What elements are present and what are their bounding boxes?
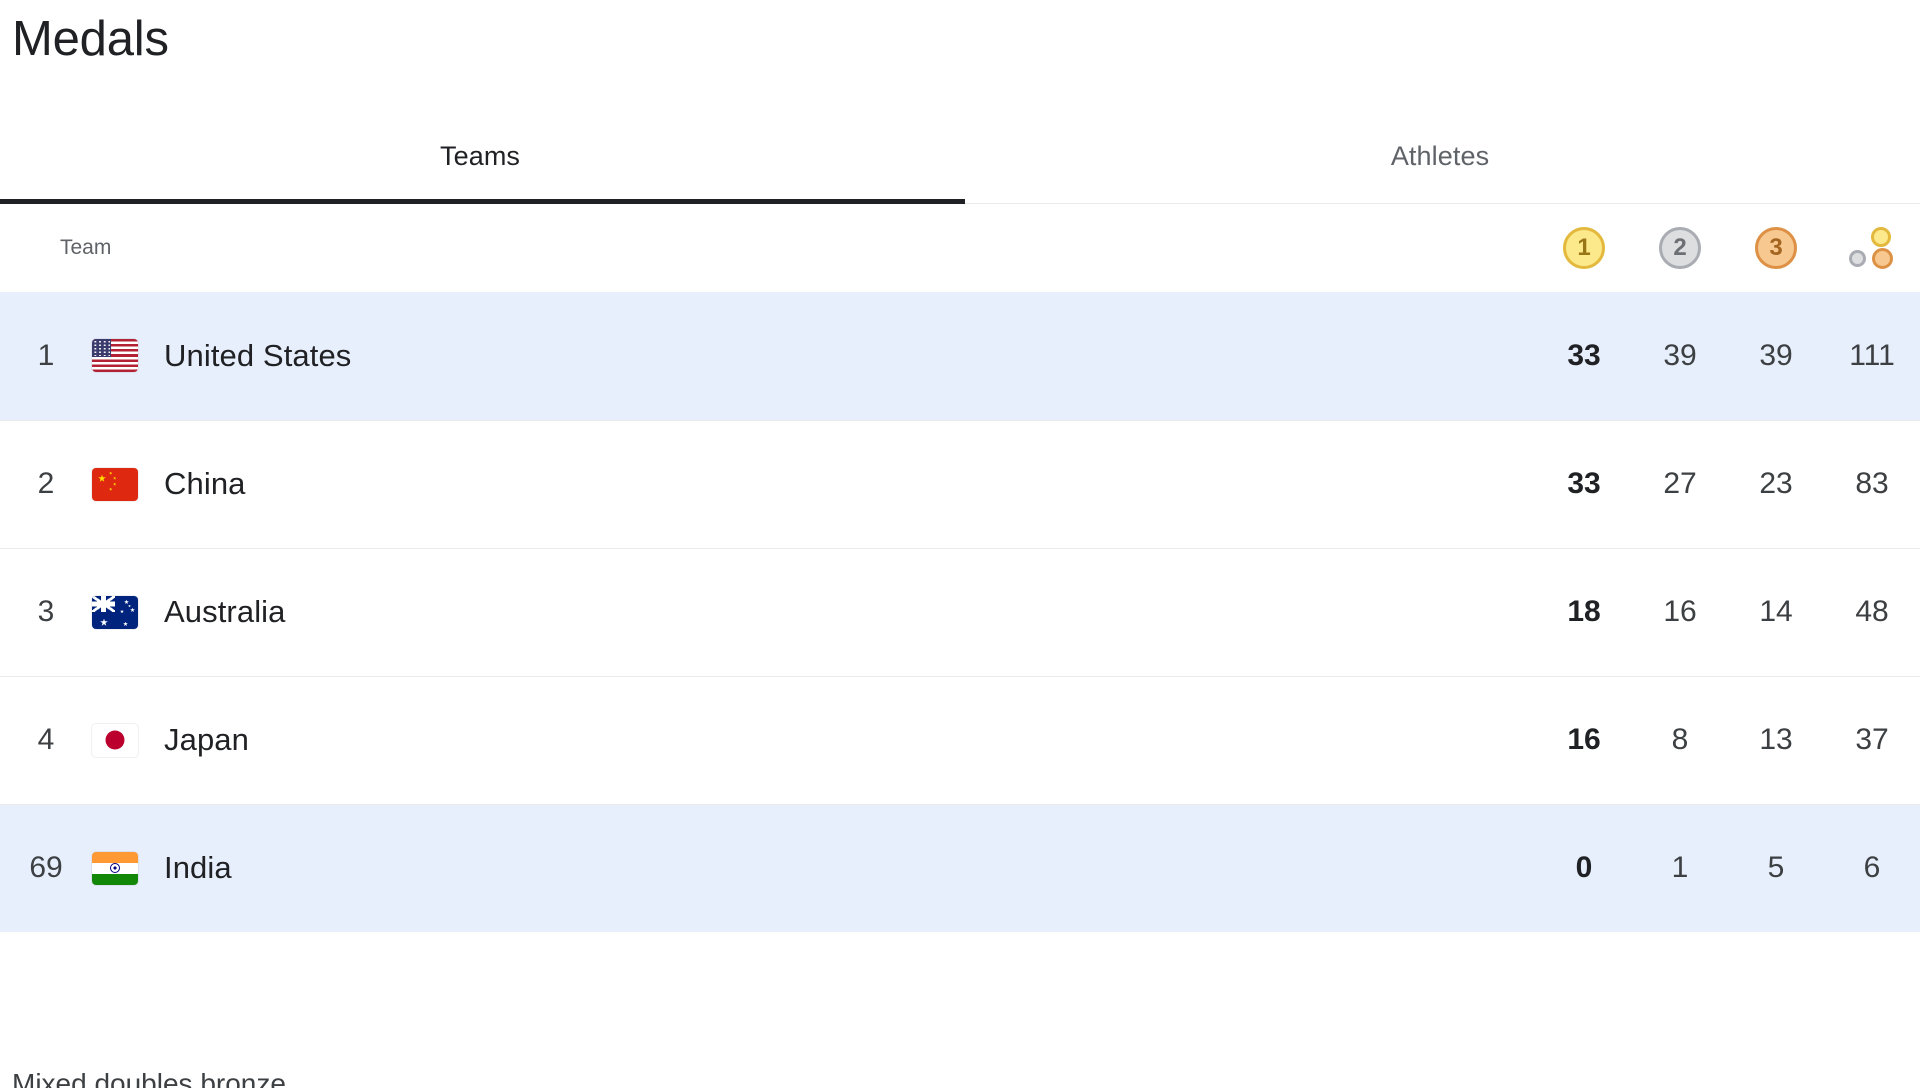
- tab-teams-label: Teams: [439, 141, 521, 171]
- team-name: United States: [164, 337, 352, 373]
- tab-bar: Teams Athletes: [0, 116, 1920, 204]
- table-row[interactable]: 4 Japan 16 8 13 37: [0, 676, 1920, 804]
- gold-value: 16: [1567, 723, 1601, 756]
- table-header-row: Team 1 2 3: [0, 204, 1920, 292]
- silver-value: 8: [1671, 723, 1689, 756]
- medal-table-body: 1 United States 33 39 39 111 2 China 33 …: [0, 292, 1920, 932]
- clipped-footer-text: Mixed doubles bronze: [12, 1068, 286, 1088]
- gold-medal-icon: 1: [1563, 227, 1605, 269]
- flag-australia-icon: [92, 595, 138, 629]
- team-cell: 2 China: [0, 420, 1536, 548]
- rank-value: 2: [37, 467, 55, 500]
- tab-athletes[interactable]: Athletes: [960, 116, 1920, 203]
- silver-medal-icon: 2: [1659, 227, 1701, 269]
- total-value: 6: [1863, 851, 1881, 885]
- page-title: Medals: [12, 12, 169, 66]
- team-cell: 1 United States: [0, 292, 1536, 420]
- silver-value: 16: [1663, 595, 1697, 628]
- medals-page: Medals Teams Athletes Team 1 2 3 1 Unite…: [0, 0, 1920, 1088]
- bronze-value: 39: [1759, 338, 1793, 372]
- table-row[interactable]: 3 Australia 18 16 14 48: [0, 548, 1920, 676]
- medal-table: Team 1 2 3 1 United States 33 39 39 111 …: [0, 204, 1920, 932]
- tab-athletes-label: Athletes: [1390, 141, 1490, 171]
- table-row[interactable]: 69 India 0 1 5 6: [0, 804, 1920, 932]
- team-name: Japan: [164, 722, 249, 757]
- total-icon-bronze-dot: [1872, 248, 1893, 269]
- flag-japan-icon: [92, 723, 138, 757]
- column-header-silver[interactable]: 2: [1632, 204, 1728, 292]
- total-icon-silver-dot: [1849, 250, 1866, 267]
- total-value: 111: [1849, 338, 1895, 372]
- bronze-value: 13: [1759, 723, 1793, 756]
- rank-value: 1: [37, 338, 55, 372]
- bronze-value: 14: [1759, 595, 1793, 628]
- total-value: 48: [1855, 595, 1889, 628]
- team-name: Australia: [164, 594, 286, 629]
- flag-china-icon: [92, 467, 138, 501]
- total-icon-gold-dot: [1871, 227, 1891, 247]
- column-header-gold[interactable]: 1: [1536, 204, 1632, 292]
- gold-medal-icon-label: 1: [1577, 234, 1591, 261]
- bronze-medal-icon: 3: [1755, 227, 1797, 269]
- rank-value: 69: [29, 851, 63, 885]
- gold-value: 18: [1567, 595, 1601, 628]
- team-name: India: [164, 850, 232, 886]
- flag-india-icon: [92, 851, 138, 885]
- team-name: China: [164, 466, 246, 501]
- silver-medal-icon-label: 2: [1673, 234, 1687, 261]
- gold-value: 33: [1567, 338, 1601, 372]
- total-medals-icon: [1849, 227, 1895, 269]
- silver-value: 27: [1663, 467, 1697, 500]
- team-cell: 3 Australia: [0, 548, 1536, 676]
- bronze-medal-icon-label: 3: [1769, 234, 1783, 261]
- column-header-bronze[interactable]: 3: [1728, 204, 1824, 292]
- team-cell: 4 Japan: [0, 676, 1536, 804]
- rank-value: 4: [37, 723, 55, 756]
- flag-united-states-icon: [92, 339, 138, 373]
- tab-teams[interactable]: Teams: [0, 116, 965, 204]
- gold-value: 33: [1567, 467, 1601, 500]
- total-value: 83: [1855, 467, 1889, 500]
- table-row[interactable]: 2 China 33 27 23 83: [0, 420, 1920, 548]
- silver-value: 1: [1671, 851, 1689, 885]
- gold-value: 0: [1575, 851, 1593, 885]
- total-value: 37: [1855, 723, 1889, 756]
- bronze-value: 23: [1759, 467, 1793, 500]
- medal-table-head: Team 1 2 3: [0, 204, 1920, 292]
- team-cell: 69 India: [0, 804, 1536, 932]
- bronze-value: 5: [1767, 851, 1785, 885]
- table-row[interactable]: 1 United States 33 39 39 111: [0, 292, 1920, 420]
- column-header-team[interactable]: Team: [0, 204, 1536, 292]
- rank-value: 3: [37, 595, 55, 628]
- silver-value: 39: [1663, 338, 1697, 372]
- column-header-total[interactable]: [1824, 204, 1920, 292]
